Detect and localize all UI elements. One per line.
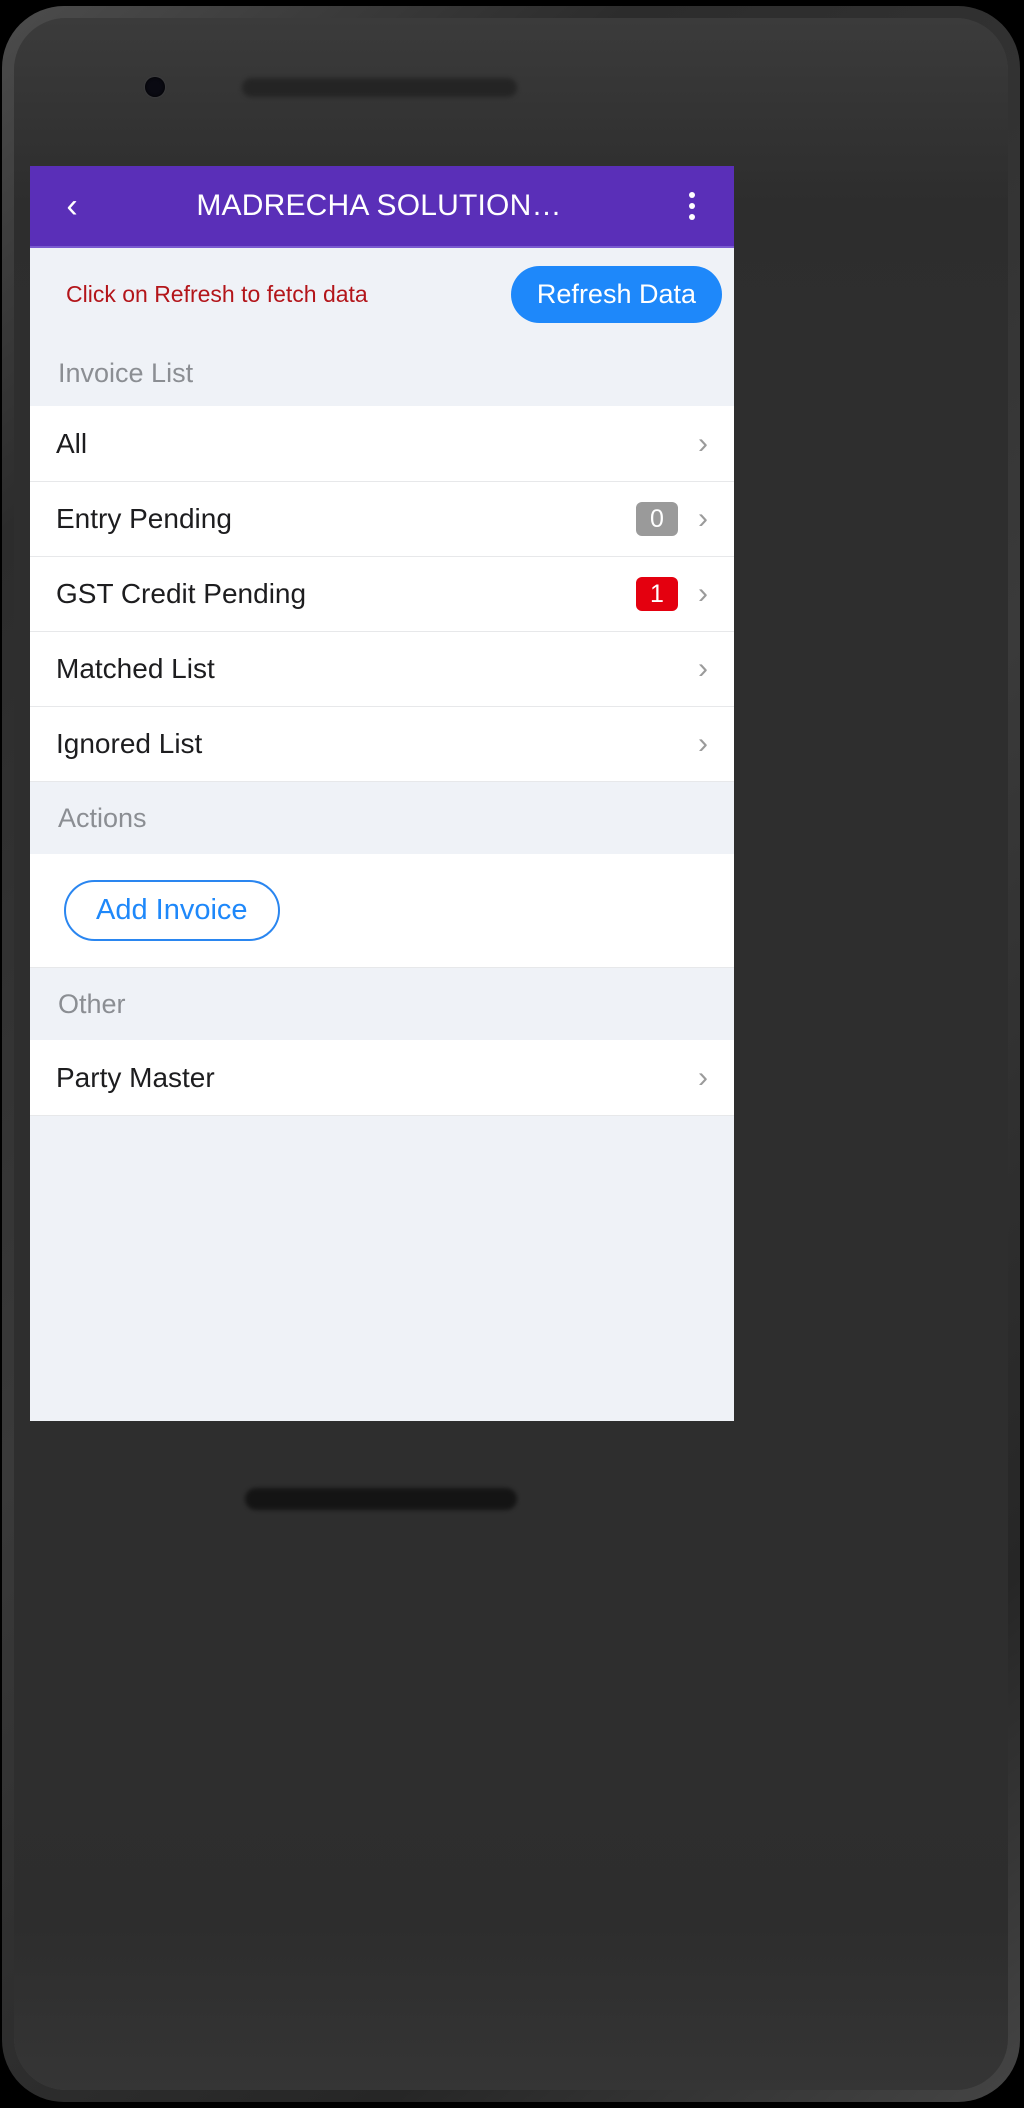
earpiece-speaker: [242, 78, 517, 97]
other-list-group: Party Master ›: [30, 1040, 734, 1116]
chevron-right-icon: ›: [698, 577, 708, 610]
refresh-hint-text: Click on Refresh to fetch data: [66, 280, 368, 307]
status-badge: 0: [636, 502, 678, 536]
status-badge: 1: [636, 577, 678, 611]
chevron-right-icon: ›: [698, 502, 708, 535]
list-item-label: GST Credit Pending: [56, 578, 307, 609]
page-title: MADRECHA SOLUTION…: [196, 189, 562, 222]
chevron-right-icon: ›: [698, 426, 708, 460]
list-item-ignored-list[interactable]: Ignored List ›: [30, 706, 734, 781]
section-header-invoice-list: Invoice List: [30, 340, 734, 406]
menu-dot: [689, 192, 695, 198]
actions-panel: Add Invoice: [30, 854, 734, 968]
list-item-all[interactable]: All ›: [30, 406, 734, 481]
menu-dot: [689, 203, 695, 209]
list-item-entry-pending[interactable]: Entry Pending 0 ›: [30, 481, 734, 556]
section-header-actions: Actions: [30, 782, 734, 854]
overflow-menu-icon[interactable]: [668, 182, 716, 230]
menu-dot: [689, 214, 695, 220]
list-item-label: Matched List: [56, 653, 215, 684]
phone-frame: ‹ MADRECHA SOLUTION… Click on Refresh to…: [2, 6, 1020, 2102]
chevron-right-icon: ›: [698, 727, 708, 760]
list-item-label: Party Master: [56, 1061, 215, 1093]
list-item-label: Ignored List: [56, 728, 203, 759]
refresh-data-button[interactable]: Refresh Data: [510, 265, 722, 323]
invoice-list-group: All › Entry Pending 0 › GST Credit Pendi…: [30, 406, 734, 782]
list-item-label: Entry Pending: [56, 503, 232, 534]
back-chevron-icon[interactable]: ‹: [48, 182, 96, 230]
home-indicator-bar: [245, 1488, 517, 1510]
add-invoice-button[interactable]: Add Invoice: [64, 880, 280, 941]
list-item-matched-list[interactable]: Matched List ›: [30, 631, 734, 706]
front-camera-icon: [145, 77, 165, 97]
chevron-right-icon: ›: [698, 1060, 708, 1094]
app-screen: ‹ MADRECHA SOLUTION… Click on Refresh to…: [30, 166, 734, 1421]
refresh-banner: Click on Refresh to fetch data Refresh D…: [30, 248, 734, 340]
empty-space: [30, 1116, 734, 1421]
list-item-party-master[interactable]: Party Master ›: [30, 1040, 734, 1115]
list-item-gst-credit-pending[interactable]: GST Credit Pending 1 ›: [30, 556, 734, 631]
list-item-label: All: [56, 427, 88, 459]
section-header-other: Other: [30, 968, 734, 1040]
chevron-right-icon: ›: [698, 652, 708, 685]
app-bar: ‹ MADRECHA SOLUTION…: [30, 166, 734, 248]
